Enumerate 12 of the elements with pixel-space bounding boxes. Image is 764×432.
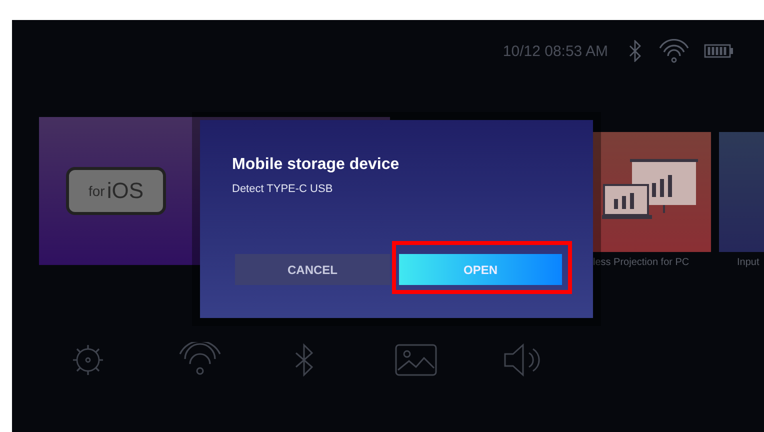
app-tile[interactable] bbox=[719, 132, 764, 252]
dialog-message: Detect TYPE-C USB bbox=[232, 183, 333, 195]
app-tile[interactable] bbox=[593, 132, 711, 252]
battery-icon bbox=[704, 44, 734, 58]
wifi-icon bbox=[658, 39, 690, 63]
dialog-button[interactable]: CANCEL bbox=[235, 254, 390, 285]
picture-icon[interactable] bbox=[394, 342, 438, 378]
app-label: less Projection for PC bbox=[593, 257, 690, 268]
phone-logo: for iOS bbox=[66, 167, 166, 215]
app-label: Input bbox=[737, 257, 760, 268]
dialog-title: Mobile storage device bbox=[232, 156, 400, 174]
status-time: 10/12 08:53 AM bbox=[502, 42, 608, 60]
